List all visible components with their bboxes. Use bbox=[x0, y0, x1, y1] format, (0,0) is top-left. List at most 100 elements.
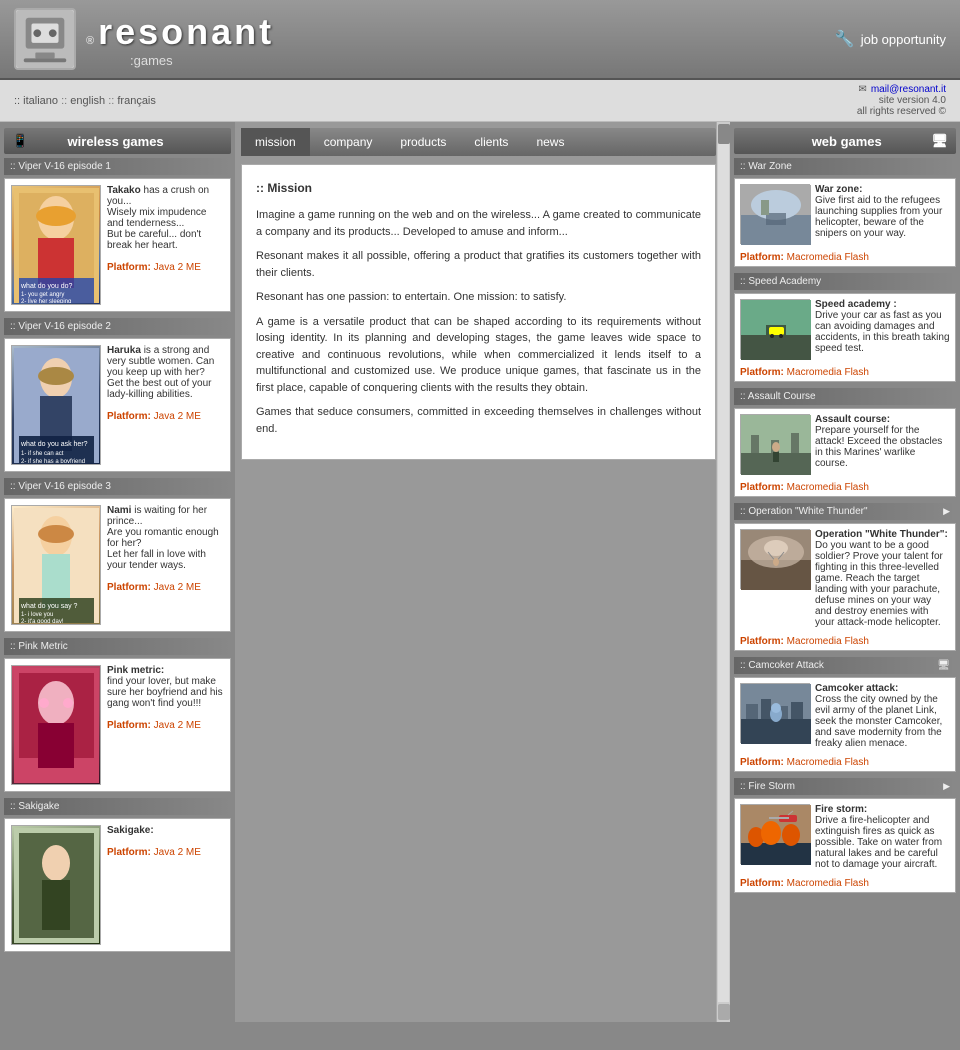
mission-para-4: A game is a versatile product that can b… bbox=[256, 314, 701, 397]
game-thumb-camcoker bbox=[740, 683, 810, 743]
nav-mission[interactable]: mission bbox=[241, 128, 310, 156]
game-info-pinkmetric: Pink metric: find your lover, but make s… bbox=[107, 665, 224, 785]
rights: all rights reserved © bbox=[857, 106, 946, 117]
lang-francais[interactable]: français bbox=[117, 95, 156, 107]
logo-area: ® resonant :games bbox=[14, 8, 274, 70]
nav-clients[interactable]: clients bbox=[460, 128, 522, 156]
web-games-title: web games bbox=[812, 134, 882, 149]
game-thumb-viper2: what do you ask her? 1- if she can act 2… bbox=[11, 345, 101, 465]
wireless-games-header: 📱 wireless games bbox=[4, 128, 231, 154]
svg-text:what do you do?: what do you do? bbox=[20, 283, 72, 290]
game-thumb-firestorm bbox=[740, 804, 810, 864]
web-games-header: web games 🖥 bbox=[734, 128, 956, 154]
game-name-thunder: Operation "White Thunder": bbox=[815, 529, 948, 540]
nav-company[interactable]: company bbox=[310, 128, 387, 156]
game-info-firestorm: Fire storm: Drive a fire-helicopter and … bbox=[815, 804, 950, 870]
svg-text:1- i love you: 1- i love you bbox=[21, 612, 53, 618]
game-name-viper1: Takako bbox=[107, 185, 141, 196]
section-viper2: :: Viper V-16 episode 2 bbox=[4, 318, 231, 335]
monitor-small-icon: 🖥 bbox=[937, 660, 950, 671]
svg-text:2- it'a good day!: 2- it'a good day! bbox=[21, 619, 64, 623]
phone-icon: 📱 bbox=[12, 133, 28, 149]
job-opportunity-link[interactable]: job opportunity bbox=[861, 32, 946, 47]
svg-text:2- if she has a boyfriend: 2- if she has a boyfriend bbox=[21, 459, 85, 463]
mission-heading: :: Mission bbox=[256, 179, 701, 197]
mission-para-3: Resonant has one passion: to entertain. … bbox=[256, 289, 701, 306]
game-info-assault: Assault course: Prepare yourself for the… bbox=[815, 414, 950, 474]
scrollbar[interactable] bbox=[716, 122, 730, 1022]
section-assault: :: Assault Course bbox=[734, 388, 956, 405]
header-right: 🔧 job opportunity bbox=[835, 29, 946, 49]
game-info-viper1: Takako has a crush on you...Wisely mix i… bbox=[107, 185, 224, 305]
game-info-camcoker: Camcoker attack: Cross the city owned by… bbox=[815, 683, 950, 749]
game-name-pinkmetric: Pink metric: bbox=[107, 665, 164, 676]
mission-para-1: Imagine a game running on the web and on… bbox=[256, 207, 701, 240]
game-thumb-assault bbox=[740, 414, 810, 474]
logo-text: ® resonant :games bbox=[86, 11, 274, 68]
header: ® resonant :games 🔧 job opportunity bbox=[0, 0, 960, 80]
nav-bar: mission company products clients news bbox=[241, 128, 716, 156]
svg-text:what do you say ?: what do you say ? bbox=[20, 603, 78, 610]
logo-image bbox=[14, 8, 76, 70]
game-info-sakigake: Sakigake: Platform: Java 2 ME bbox=[107, 825, 224, 945]
site-version: site version 4.0 bbox=[857, 95, 946, 106]
game-card-viper1: what do you do? 1- you get angry 2- live… bbox=[4, 178, 231, 312]
game-name-sakigake: Sakigake: bbox=[107, 825, 154, 836]
thunder-arrow: ▶ bbox=[943, 506, 950, 517]
section-camcoker: :: Camcoker Attack 🖥 bbox=[734, 657, 956, 674]
game-name-assault: Assault course: bbox=[815, 414, 890, 425]
platform-speed: Platform: Macromedia Flash bbox=[735, 364, 955, 381]
game-card-viper2: what do you ask her? 1- if she can act 2… bbox=[4, 338, 231, 472]
game-thumb-pinkmetric bbox=[11, 665, 101, 785]
section-viper1: :: Viper V-16 episode 1 bbox=[4, 158, 231, 175]
right-sidebar: web games 🖥 :: War Zone War zo bbox=[730, 122, 960, 1022]
left-sidebar: 📱 wireless games :: Viper V-16 episode 1 bbox=[0, 122, 235, 1022]
mail-icon: ✉ bbox=[858, 84, 866, 95]
game-card-camcoker: Camcoker attack: Cross the city owned by… bbox=[734, 677, 956, 772]
nav-products[interactable]: products bbox=[386, 128, 460, 156]
svg-text:what do you ask her?: what do you ask her? bbox=[20, 441, 88, 448]
monitor-icon: 🖥 bbox=[931, 133, 948, 149]
firestorm-arrow: ▶ bbox=[943, 781, 950, 792]
game-card-speed: Speed academy : Drive your car as fast a… bbox=[734, 293, 956, 382]
topbar: :: italiano :: english :: français ✉ mai… bbox=[0, 80, 960, 122]
nav-news[interactable]: news bbox=[522, 128, 578, 156]
platform-warzone: Platform: Macromedia Flash bbox=[735, 249, 955, 266]
game-thumb-viper3: what do you say ? 1- i love you 2- it'a … bbox=[11, 505, 101, 625]
game-thumb-warzone bbox=[740, 184, 810, 244]
brand-name: resonant bbox=[98, 11, 274, 53]
platform-firestorm: Platform: Macromedia Flash bbox=[735, 875, 955, 892]
section-sakigake: :: Sakigake bbox=[4, 798, 231, 815]
section-viper3: :: Viper V-16 episode 3 bbox=[4, 478, 231, 495]
game-name-firestorm: Fire storm: bbox=[815, 804, 867, 815]
topbar-right: ✉ mail@resonant.it site version 4.0 all … bbox=[857, 84, 946, 117]
section-firestorm: :: Fire Storm ▶ bbox=[734, 778, 956, 795]
game-info-thunder: Operation "White Thunder": Do you want t… bbox=[815, 529, 950, 628]
section-thunder: :: Operation "White Thunder" ▶ bbox=[734, 503, 956, 520]
game-info-warzone: War zone: Give first aid to the refugees… bbox=[815, 184, 950, 244]
section-pinkmetric: :: Pink Metric bbox=[4, 638, 231, 655]
game-card-warzone: War zone: Give first aid to the refugees… bbox=[734, 178, 956, 267]
lang-italiano[interactable]: :: italiano bbox=[14, 95, 58, 107]
mission-box: :: Mission Imagine a game running on the… bbox=[241, 164, 716, 460]
game-info-viper3: Nami is waiting for her prince...Are you… bbox=[107, 505, 224, 625]
game-thumb-speed bbox=[740, 299, 810, 359]
game-card-sakigake: Sakigake: Platform: Java 2 ME bbox=[4, 818, 231, 952]
game-name-speed: Speed academy : bbox=[815, 299, 897, 310]
main-layout: 📱 wireless games :: Viper V-16 episode 1 bbox=[0, 122, 960, 1022]
center-area: mission company products clients news ::… bbox=[235, 122, 716, 1022]
platform-camcoker: Platform: Macromedia Flash bbox=[735, 754, 955, 771]
game-name-viper3: Nami bbox=[107, 505, 131, 516]
game-thumb-viper1: what do you do? 1- you get angry 2- live… bbox=[11, 185, 101, 305]
wireless-games-title: wireless games bbox=[68, 134, 164, 149]
game-card-pinkmetric: Pink metric: find your lover, but make s… bbox=[4, 658, 231, 792]
svg-text:1- you get angry: 1- you get angry bbox=[21, 292, 64, 298]
game-name-viper2: Haruka bbox=[107, 345, 141, 356]
section-speed: :: Speed Academy bbox=[734, 273, 956, 290]
game-card-viper3: what do you say ? 1- i love you 2- it'a … bbox=[4, 498, 231, 632]
game-info-viper2: Haruka is a strong and very subtle women… bbox=[107, 345, 224, 465]
lang-english[interactable]: english bbox=[70, 95, 105, 107]
game-thumb-thunder bbox=[740, 529, 810, 589]
game-card-thunder: Operation "White Thunder": Do you want t… bbox=[734, 523, 956, 651]
logo-subtitle: :games bbox=[130, 53, 274, 68]
